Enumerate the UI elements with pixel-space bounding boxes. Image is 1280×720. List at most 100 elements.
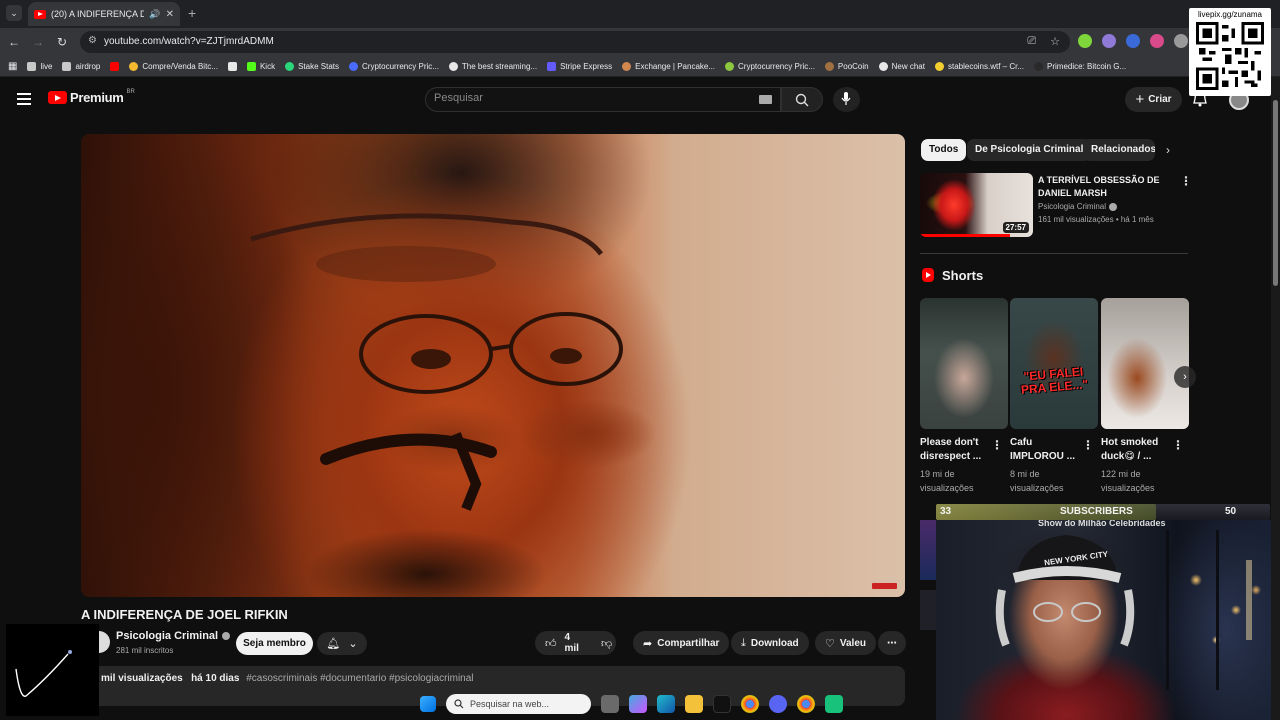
bookmark-item[interactable]: Compre/Venda Bitc... (129, 61, 218, 71)
more-actions-button[interactable]: ⋯ (878, 631, 906, 655)
create-button[interactable]: + Criar (1125, 87, 1182, 112)
streamlabs-icon[interactable] (825, 695, 843, 713)
bookmark-item[interactable] (110, 61, 120, 71)
pancakeswap-icon (622, 61, 632, 71)
join-member-button[interactable]: Seja membro (236, 632, 313, 655)
windows-start-icon[interactable] (420, 696, 436, 712)
bookmark-item[interactable]: Primedice: Bitcoin G... (1034, 61, 1126, 71)
discord-icon[interactable] (769, 695, 787, 713)
chip-from-channel[interactable]: De Psicologia Criminal (967, 139, 1092, 161)
bookmark-item[interactable]: live (27, 61, 53, 71)
hashtags[interactable]: #casoscriminais #documentario #psicologi… (246, 673, 473, 684)
tab-title: (20) A INDIFERENÇA DE JOEL RIFKIN (51, 9, 145, 19)
bookmark-item[interactable]: Exchange | Pancake... (622, 61, 715, 71)
address-bar[interactable]: ⚙ youtube.com/watch?v=ZJTjmrdADMM ⎚ ☆ (80, 31, 1070, 53)
bookmark-item[interactable]: PooCoin (824, 61, 869, 71)
bookmark-item[interactable] (227, 61, 237, 71)
bookmark-item[interactable]: The best streaming... (448, 61, 537, 71)
bookmark-item[interactable]: Stake Stats (285, 61, 339, 71)
video-player[interactable] (81, 134, 905, 597)
stake-stats-icon (285, 61, 295, 71)
extension-icon[interactable] (1078, 34, 1092, 48)
coinmarketcap-icon (725, 61, 735, 71)
logo-country-code: BR (126, 88, 135, 95)
keyboard-icon[interactable] (759, 95, 772, 104)
bookmark-item[interactable]: Stripe Express (547, 61, 612, 71)
youtube-premium-logo[interactable]: Premium BR (48, 88, 135, 105)
bookmark-item[interactable]: New chat (878, 61, 925, 71)
chevron-down-icon: ⌄ (348, 638, 358, 650)
more-vertical-icon[interactable]: ⋮ (1082, 438, 1094, 452)
puzzle-icon[interactable] (1174, 34, 1188, 48)
short-thumbnail[interactable]: "EU FALEI PRA ELE..." (1010, 298, 1098, 429)
like-count[interactable]: 4 mil (565, 632, 579, 654)
channel-name[interactable]: Psicologia Criminal (116, 630, 231, 642)
folder-icon (27, 61, 37, 71)
bookmark-item[interactable]: Cryptocurrency Pric... (725, 61, 815, 71)
install-app-icon[interactable]: ⎚ (1027, 35, 1036, 48)
verified-icon (222, 632, 231, 640)
share-button[interactable]: ➦ Compartilhar (633, 631, 730, 655)
browser-toolbar: ← → ↻ ⚙ youtube.com/watch?v=ZJTjmrdADMM … (0, 28, 1280, 56)
search-input[interactable] (434, 92, 734, 104)
chrome-icon[interactable] (741, 695, 759, 713)
short-thumbnail[interactable] (1101, 298, 1189, 429)
voice-search-button[interactable] (833, 87, 860, 112)
bookmark-item[interactable]: Cryptocurrency Pric... (349, 61, 439, 71)
chrome-profile-icon[interactable] (797, 695, 815, 713)
coingecko-icon (349, 61, 359, 71)
short-title[interactable]: Please don't disrespect ... (920, 436, 992, 464)
video-title: A INDIFERENÇA DE JOEL RIFKIN (81, 607, 288, 622)
site-info-icon[interactable]: ⚙ (88, 35, 97, 46)
search-box (425, 87, 781, 112)
recommendation-channel[interactable]: Psicologia Criminal (1038, 202, 1118, 211)
chip-related[interactable]: Relacionados (1083, 139, 1155, 161)
youtube-header: Premium BR + Criar (0, 77, 1280, 121)
file-explorer-icon[interactable] (685, 695, 703, 713)
bookmark-star-icon[interactable]: ☆ (1050, 35, 1060, 48)
hamburger-menu-icon[interactable] (17, 93, 31, 105)
subscription-notifications-button[interactable]: 🔔︎ ⌄ (317, 632, 367, 655)
thumbs-up-icon[interactable]: 👍︎ (545, 637, 557, 650)
thanks-button[interactable]: ♡ Valeu (815, 631, 877, 655)
speaker-icon[interactable]: 🔊 (149, 9, 160, 20)
more-vertical-icon[interactable]: ⋮ (1172, 438, 1184, 452)
apps-grid-icon[interactable]: ▦ (8, 61, 17, 72)
extension-icon[interactable] (1102, 34, 1116, 48)
chip-all[interactable]: Todos (921, 139, 967, 161)
extension-icon[interactable] (1126, 34, 1140, 48)
edge-icon[interactable] (657, 695, 675, 713)
bookmark-item[interactable]: Kick (246, 61, 275, 71)
chevron-right-icon[interactable]: › (1174, 366, 1196, 388)
chevron-right-icon[interactable]: › (1166, 143, 1170, 157)
thumbs-down-icon[interactable]: 👎︎ (601, 637, 612, 650)
reload-icon[interactable]: ↻ (54, 34, 70, 50)
copilot-icon[interactable] (629, 695, 647, 713)
bookmark-label: PooCoin (837, 61, 869, 71)
thanks-label: Valeu (839, 637, 867, 649)
more-vertical-icon[interactable]: ⋮ (991, 438, 1003, 452)
bookmark-item[interactable]: stablecoins.wtf – Cr... (934, 61, 1024, 71)
scrollbar-thumb[interactable] (1273, 100, 1278, 286)
extension-icon[interactable] (1150, 34, 1164, 48)
more-vertical-icon[interactable]: ⋮ (1180, 174, 1192, 188)
new-tab-button[interactable]: + (188, 5, 196, 21)
search-button[interactable] (781, 87, 823, 112)
close-icon[interactable]: ✕ (166, 9, 174, 20)
recommendation-title[interactable]: A TERRÍVEL OBSESSÃO DE DANIEL MARSH (1038, 174, 1168, 200)
address-url[interactable]: youtube.com/watch?v=ZJTjmrdADMM (104, 36, 274, 47)
forward-arrow-icon[interactable]: → (30, 34, 46, 50)
bookmark-label: live (40, 61, 53, 71)
short-title[interactable]: Cafu IMPLOROU ... (1010, 436, 1082, 464)
download-button[interactable]: ⤓ Download (731, 631, 809, 655)
recommendation-thumbnail[interactable]: 27:57 (920, 173, 1033, 237)
short-title[interactable]: Hot smoked duck😋 / ... (1101, 436, 1173, 464)
task-view-icon[interactable] (601, 695, 619, 713)
taskbar-search[interactable]: Pesquisar na web... (446, 694, 591, 714)
short-thumbnail[interactable] (920, 298, 1008, 429)
bookmark-item[interactable]: airdrop (62, 61, 100, 71)
browser-tab-active[interactable]: (20) A INDIFERENÇA DE JOEL RIFKIN 🔊 ✕ (28, 2, 180, 26)
tiktok-icon[interactable] (713, 695, 731, 713)
back-arrow-icon[interactable]: ← (6, 34, 22, 50)
tab-search-button[interactable]: ⌄ (6, 5, 22, 21)
